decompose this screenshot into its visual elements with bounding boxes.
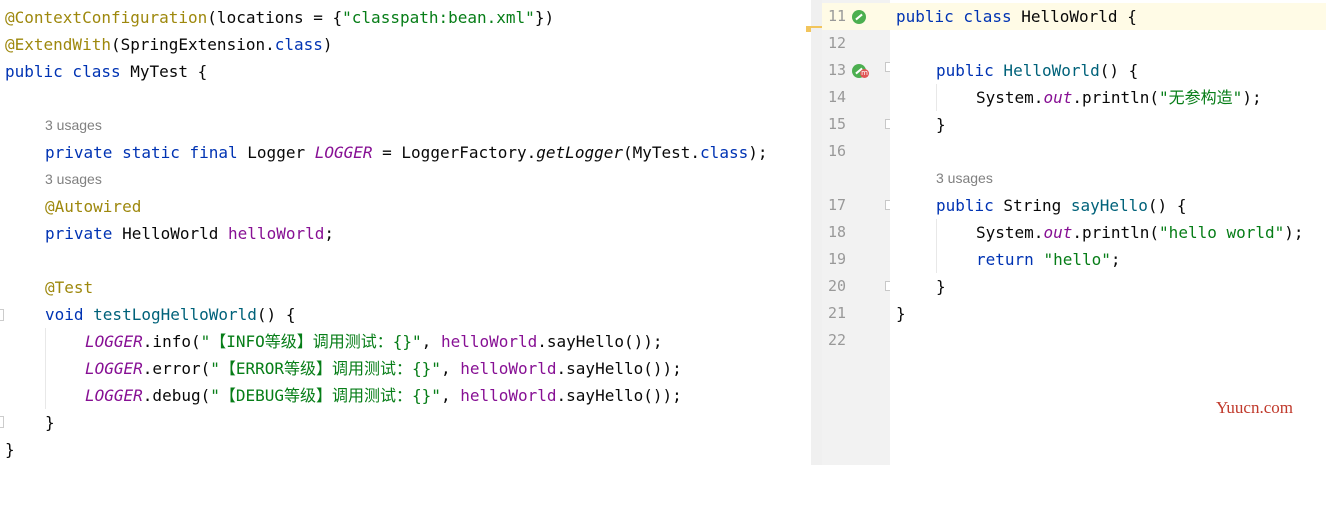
- code-line[interactable]: @Test: [0, 274, 811, 301]
- code-line[interactable]: void testLogHelloWorld() {: [0, 301, 811, 328]
- line-number: 14: [827, 88, 846, 106]
- method-badge-icon: m: [860, 69, 869, 78]
- code-line[interactable]: @Autowired: [0, 193, 811, 220]
- split-divider[interactable]: [811, 0, 822, 465]
- usages-hint[interactable]: 3 usages: [0, 112, 811, 139]
- line-number: 16: [827, 142, 846, 160]
- code-line[interactable]: }: [890, 300, 1326, 327]
- code-line[interactable]: private static final Logger LOGGER = Log…: [0, 139, 811, 166]
- usages-hint[interactable]: 3 usages: [890, 165, 1326, 192]
- right-code-area[interactable]: public class HelloWorld { public HelloWo…: [890, 0, 1326, 465]
- fold-icon[interactable]: [0, 416, 4, 428]
- code-line[interactable]: return "hello";: [890, 246, 1326, 273]
- code-line[interactable]: }: [0, 409, 811, 436]
- code-line[interactable]: @ExtendWith(SpringExtension.class): [0, 31, 811, 58]
- change-marker: [808, 26, 822, 28]
- code-line[interactable]: System.out.println("hello world");: [890, 219, 1326, 246]
- line-number-gutter[interactable]: 11 12 13 m 14 15 16 17 18 19 20 21 22: [822, 0, 894, 465]
- code-line[interactable]: @ContextConfiguration(locations = {"clas…: [0, 4, 811, 31]
- code-line[interactable]: }: [0, 436, 811, 463]
- line-number: 22: [827, 331, 846, 349]
- code-line[interactable]: }: [890, 111, 1326, 138]
- line-number: 15: [827, 115, 846, 133]
- watermark: Yuucn.com: [1216, 398, 1293, 417]
- line-number: 13: [827, 61, 846, 79]
- code-line[interactable]: LOGGER.debug("【DEBUG等级】调用测试：{}", helloWo…: [0, 382, 811, 409]
- code-line[interactable]: LOGGER.info("【INFO等级】调用测试：{}", helloWorl…: [0, 328, 811, 355]
- left-editor-pane[interactable]: @ContextConfiguration(locations = {"clas…: [0, 0, 811, 465]
- line-number: 21: [827, 304, 846, 322]
- usages-hint[interactable]: 3 usages: [0, 166, 811, 193]
- code-line[interactable]: public class HelloWorld {: [890, 3, 1326, 30]
- line-number: 18: [827, 223, 846, 241]
- run-test-icon[interactable]: [852, 10, 866, 24]
- code-line[interactable]: public HelloWorld() {: [890, 57, 1326, 84]
- code-line[interactable]: private HelloWorld helloWorld;: [0, 220, 811, 247]
- fold-icon[interactable]: [0, 309, 4, 321]
- right-editor-pane[interactable]: 11 12 13 m 14 15 16 17 18 19 20 21 22 pub…: [822, 0, 1326, 465]
- code-line[interactable]: System.out.println("无参构造");: [890, 84, 1326, 111]
- annotation: @ContextConfiguration: [5, 8, 208, 27]
- line-number: 17: [827, 196, 846, 214]
- line-number: 12: [827, 34, 846, 52]
- code-line[interactable]: public String sayHello() {: [890, 192, 1326, 219]
- line-number: 20: [827, 277, 846, 295]
- code-line[interactable]: public class MyTest {: [0, 58, 811, 85]
- code-line[interactable]: LOGGER.error("【ERROR等级】调用测试：{}", helloWo…: [0, 355, 811, 382]
- line-number: 11: [827, 7, 846, 25]
- line-number: 19: [827, 250, 846, 268]
- code-line[interactable]: }: [890, 273, 1326, 300]
